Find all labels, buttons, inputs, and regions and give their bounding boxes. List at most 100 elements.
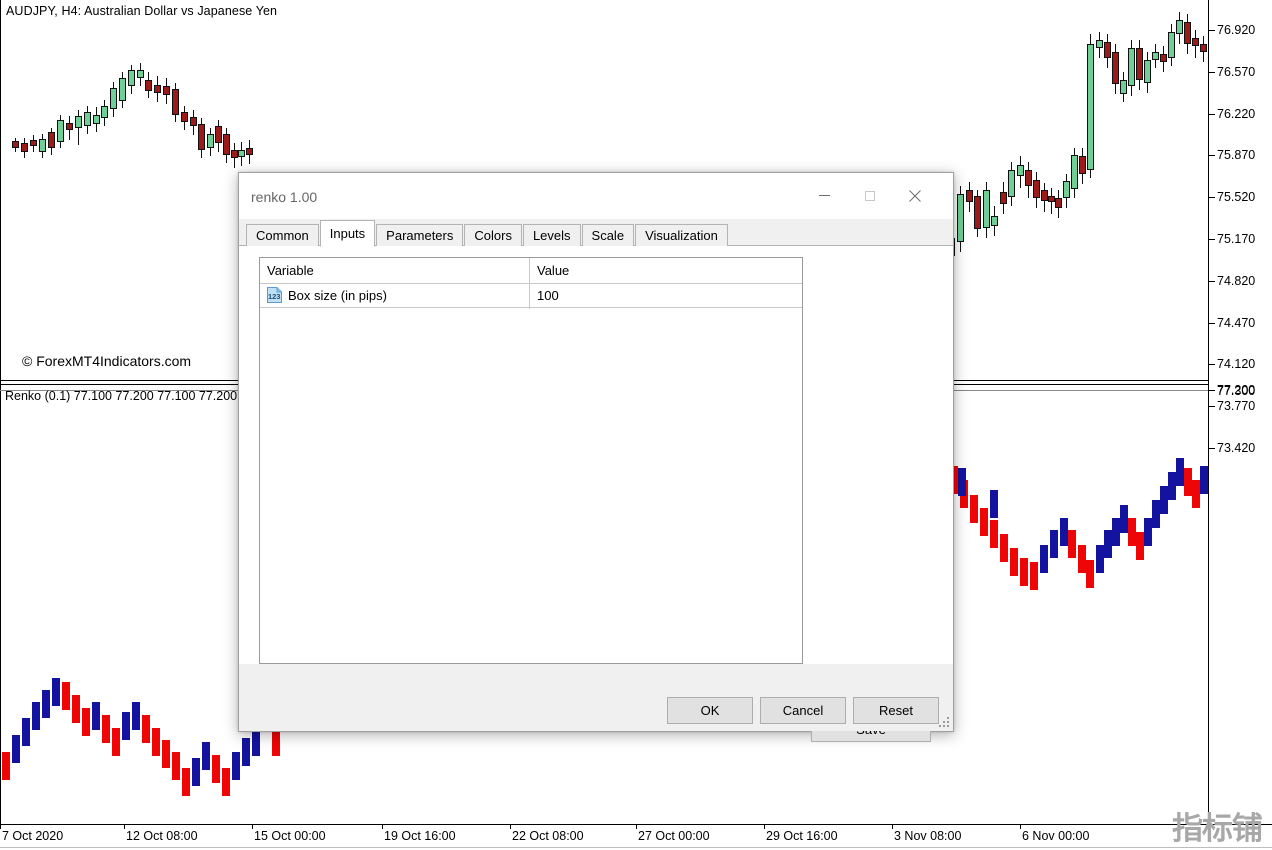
dialog-titlebar[interactable]: renko 1.00	[239, 173, 953, 219]
candle-body	[21, 143, 28, 152]
renko-brick	[1192, 480, 1200, 508]
candle-body	[198, 124, 205, 150]
price-tick	[1209, 322, 1215, 324]
candle-wick	[1195, 30, 1196, 58]
close-button[interactable]	[892, 173, 937, 218]
tab-visualization[interactable]: Visualization	[635, 224, 728, 246]
time-label: 22 Oct 08:00	[512, 829, 584, 843]
renko-brick	[960, 480, 968, 508]
renko-brick	[152, 728, 160, 756]
price-tick	[1209, 113, 1215, 115]
renko-brick	[162, 740, 170, 768]
price-tick	[1209, 364, 1215, 366]
candle-body	[1096, 40, 1103, 48]
renko-brick	[142, 715, 150, 743]
price-label: 76.570	[1217, 64, 1256, 79]
price-label: 73.420	[1217, 441, 1256, 455]
candle-body	[1104, 42, 1111, 58]
candle-wick	[1066, 174, 1067, 208]
renko-brick	[1152, 500, 1160, 528]
candle-body	[1087, 44, 1094, 170]
renko-brick	[1112, 518, 1120, 546]
tab-label: Common	[256, 228, 309, 243]
renko-brick	[12, 735, 20, 763]
price-tick	[1209, 448, 1215, 449]
candle-wick	[218, 120, 219, 152]
renko-brick	[102, 715, 110, 743]
table-row[interactable]: 123 Box size (in pips) 100	[260, 284, 802, 308]
ok-button[interactable]: OK	[667, 697, 753, 724]
candle-wick	[1147, 52, 1148, 93]
renko-brick	[212, 755, 220, 783]
tab-scale[interactable]: Scale	[581, 224, 635, 246]
indicator-data-label: Renko (0.1) 77.100 77.200 77.100 77.200	[5, 389, 238, 403]
candle-body	[1136, 48, 1143, 80]
candle-body	[1128, 48, 1135, 86]
cell-variable: 123 Box size (in pips)	[267, 287, 387, 303]
tab-levels[interactable]: Levels	[522, 224, 581, 246]
candle-body	[1112, 52, 1119, 84]
renko-brick	[1040, 545, 1048, 573]
time-tick	[892, 824, 893, 829]
inputs-table[interactable]: Variable Value 123 Box size (in pips) 10…	[259, 257, 803, 664]
time-tick	[1020, 824, 1021, 829]
renko-brick	[1078, 545, 1086, 573]
price-axis-line	[1208, 0, 1209, 824]
minimize-button[interactable]	[802, 173, 847, 218]
candle-body	[231, 150, 238, 158]
cell-value[interactable]: 100	[537, 288, 559, 303]
price-tick	[1209, 71, 1215, 73]
candle-body	[181, 112, 188, 122]
price-tick	[1209, 406, 1215, 408]
candle-wick	[148, 72, 149, 98]
candle-wick	[1074, 148, 1075, 198]
candle-wick	[1020, 156, 1021, 188]
renko-brick	[132, 702, 140, 730]
tab-colors[interactable]: Colors	[464, 224, 522, 246]
candle-body	[1055, 198, 1062, 208]
candle-body	[30, 140, 37, 146]
maximize-button[interactable]	[847, 173, 892, 218]
renko-brick	[1010, 548, 1018, 576]
renko-brick	[2, 752, 10, 780]
renko-brick	[1168, 472, 1176, 500]
candle-wick	[113, 82, 114, 117]
candle-body	[57, 120, 64, 142]
renko-brick	[1060, 518, 1068, 546]
tab-parameters[interactable]: Parameters	[376, 224, 464, 246]
tab-inputs[interactable]: Inputs	[319, 220, 376, 247]
price-tick	[1209, 30, 1215, 31]
renko-brick	[252, 728, 260, 756]
renko-brick	[222, 768, 230, 796]
renko-brick	[192, 758, 200, 786]
price-label: 75.520	[1217, 190, 1256, 205]
renko-brick	[958, 468, 966, 496]
candle-body	[1168, 32, 1175, 58]
renko-brick	[122, 712, 130, 740]
renko-brick	[272, 728, 280, 756]
renko-brick	[182, 768, 190, 796]
candle-body	[1176, 20, 1183, 34]
renko-brick	[1020, 558, 1028, 586]
reset-button[interactable]: Reset	[853, 697, 939, 724]
cancel-button[interactable]: Cancel	[760, 697, 846, 724]
tab-label: Levels	[532, 228, 571, 243]
candle-body	[128, 70, 135, 86]
candle-body	[215, 126, 222, 143]
price-tick	[1209, 239, 1215, 240]
candle-wick	[1203, 36, 1204, 62]
time-label: 6 Nov 00:00	[1022, 829, 1090, 843]
candle-body	[966, 190, 973, 202]
renko-brick	[970, 495, 978, 523]
time-label: 19 Oct 16:00	[384, 829, 456, 843]
time-label: 3 Nov 08:00	[894, 829, 962, 843]
renko-brick	[1184, 468, 1192, 496]
candle-wick	[1090, 34, 1091, 178]
tab-common[interactable]: Common	[246, 224, 319, 246]
time-tick	[382, 824, 383, 829]
resize-grip[interactable]	[938, 716, 950, 728]
candle-wick	[96, 107, 97, 132]
candle-wick	[241, 142, 242, 166]
candle-body	[1200, 44, 1207, 52]
candle-wick	[1123, 72, 1124, 102]
